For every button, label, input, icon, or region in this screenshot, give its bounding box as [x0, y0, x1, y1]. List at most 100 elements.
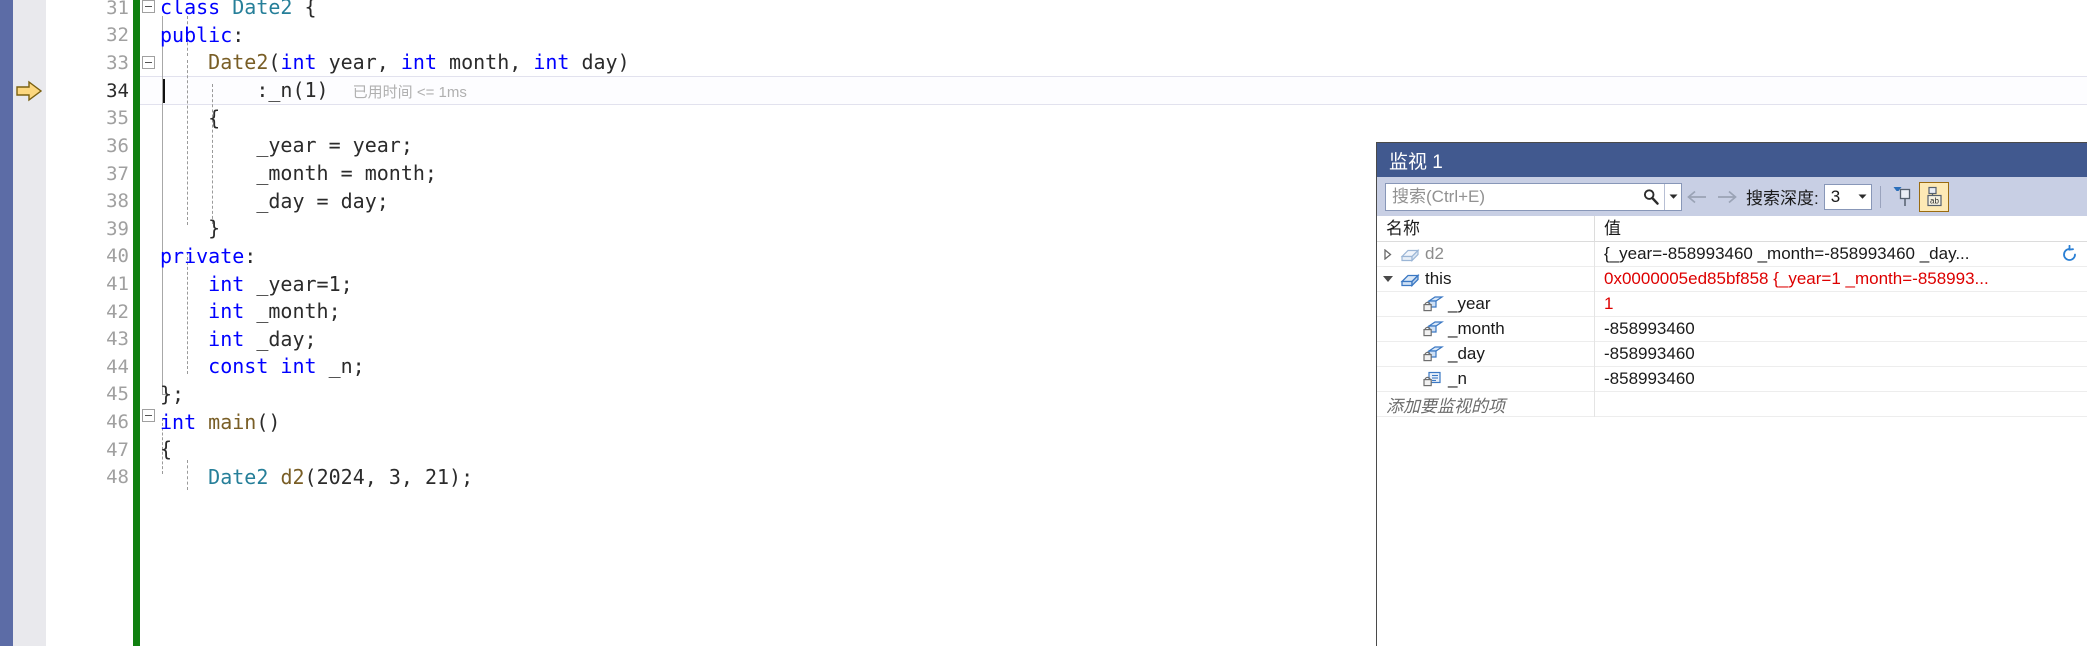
code-line-42: int _month; — [208, 299, 341, 323]
code-line-40: private: — [160, 244, 257, 268]
search-prev-arrow-left-icon[interactable] — [1682, 182, 1712, 212]
code-line-38: _day = day; — [160, 189, 389, 213]
line-number: 36 — [106, 135, 129, 157]
table-row[interactable]: d2 {_year=-858993460 _month=-858993460 _… — [1377, 241, 2087, 267]
changed-lines-bar — [133, 0, 140, 646]
private-field-icon — [1421, 345, 1445, 363]
code-line-48: Date2 d2(2024, 3, 21); — [208, 465, 474, 489]
line-number-gutter: 31 32 33 34 35 36 37 38 39 40 41 42 43 4… — [46, 0, 138, 646]
watch-variable-name: _day — [1448, 344, 1485, 363]
watch-variables-grid[interactable]: 名称 值 d2 {_year=-858993460 _month=-858993… — [1377, 216, 2087, 646]
code-line-46: int main() — [160, 410, 281, 434]
watch-grid-header: 名称 值 — [1377, 216, 2087, 242]
code-line-41: int _year=1; — [208, 272, 353, 296]
add-watch-placeholder: 添加要监视的项 — [1386, 396, 1505, 416]
code-line-31: class Date2 { — [160, 0, 317, 19]
search-input[interactable] — [1386, 183, 1638, 210]
editor-selection-strip — [0, 0, 13, 646]
code-line-47: { — [160, 437, 173, 461]
expander-expanded-icon[interactable] — [1377, 276, 1398, 282]
code-line-39: } — [160, 216, 221, 240]
search-depth-value: 3 — [1830, 186, 1841, 206]
watch-row-name-cell[interactable]: this — [1377, 266, 1595, 292]
search-depth-combo[interactable]: 3 — [1823, 183, 1872, 210]
add-watch-row[interactable]: 添加要监视的项 — [1377, 391, 2087, 417]
pin-filter-icon[interactable] — [1889, 182, 1919, 212]
watch-window-title: 监视 1 — [1377, 143, 2087, 177]
search-depth-label: 搜索深度: — [1746, 189, 1819, 208]
private-field-icon — [1421, 320, 1445, 338]
watch-window[interactable]: 监视 1 搜索(Ctrl+E) 搜索深度: 3 ab 名称 值 d2 {_yea… — [1376, 142, 2087, 646]
table-row[interactable]: _n -858993460 — [1377, 366, 2087, 392]
outline-collapse-ctor[interactable] — [142, 56, 155, 69]
watch-row-value-cell[interactable]: -858993460 — [1595, 317, 2087, 342]
expander-collapsed-icon[interactable] — [1377, 248, 1398, 260]
column-header-name[interactable]: 名称 — [1377, 216, 1595, 242]
outline-collapse-main[interactable] — [142, 409, 155, 422]
watch-variable-name: _year — [1448, 294, 1491, 313]
code-line-32: public: — [160, 23, 245, 47]
watch-search-box[interactable] — [1385, 182, 1682, 211]
watch-variable-name: _n — [1448, 369, 1467, 388]
code-line-44: const int _n; — [208, 354, 365, 378]
code-line-35: { — [160, 106, 221, 130]
line-number: 37 — [106, 163, 129, 185]
watch-variable-value: 1 — [1604, 294, 1614, 313]
code-line-33: Date2(int year, int month, int day) — [208, 50, 630, 74]
watch-row-value-cell[interactable]: {_year=-858993460 _month=-858993460 _day… — [1595, 242, 2087, 267]
watch-variable-name: this — [1425, 269, 1452, 288]
watch-variable-value: -858993460 — [1604, 369, 1695, 388]
line-number: 33 — [106, 52, 129, 74]
watch-row-name-cell[interactable]: d2 — [1377, 241, 1595, 267]
object-box-icon — [1398, 245, 1422, 263]
chevron-down-icon[interactable] — [1855, 193, 1871, 200]
line-number: 48 — [106, 466, 129, 488]
line-number: 39 — [106, 218, 129, 240]
table-row[interactable]: _year 1 — [1377, 291, 2087, 317]
code-line-36: _year = year; — [160, 133, 413, 157]
watch-row-value-cell[interactable]: -858993460 — [1595, 367, 2087, 392]
watch-row-name-cell[interactable]: _month — [1377, 316, 1595, 342]
watch-row-name-cell[interactable]: _n — [1377, 366, 1595, 392]
watch-row-value-cell[interactable]: 1 — [1595, 292, 2087, 317]
table-row[interactable]: _month -858993460 — [1377, 316, 2087, 342]
add-watch-value-cell[interactable] — [1595, 392, 2087, 417]
watch-row-value-cell[interactable]: -858993460 — [1595, 342, 2087, 367]
search-next-arrow-right-icon[interactable] — [1712, 182, 1742, 212]
line-number: 42 — [106, 301, 129, 323]
watch-toolbar[interactable]: 搜索深度: 3 ab — [1377, 177, 2087, 216]
private-field-icon — [1421, 295, 1445, 313]
line-number: 38 — [106, 190, 129, 212]
watch-variable-value: -858993460 — [1604, 319, 1695, 338]
code-line-34: :_n(1) 已用时间 <= 1ms — [160, 78, 467, 102]
table-row[interactable]: this 0x0000005ed85bf858 {_year=1 _month=… — [1377, 266, 2087, 292]
watch-row-name-cell[interactable]: _day — [1377, 341, 1595, 367]
line-number: 35 — [106, 107, 129, 129]
object-box-icon — [1398, 270, 1422, 288]
elapsed-time-annotation: 已用时间 <= 1ms — [352, 84, 467, 101]
code-line-45: }; — [160, 382, 185, 406]
line-number: 44 — [106, 356, 129, 378]
table-row[interactable]: _day -858993460 — [1377, 341, 2087, 367]
watch-row-value-cell[interactable]: 0x0000005ed85bf858 {_year=1 _month=-8589… — [1595, 267, 2087, 292]
code-line-43: int _day; — [208, 327, 317, 351]
line-number-current: 34 — [106, 80, 129, 102]
toolbar-divider — [1879, 185, 1881, 208]
watch-variable-name: _month — [1448, 319, 1505, 338]
svg-text:ab: ab — [1930, 196, 1939, 205]
pin-ab-icon[interactable]: ab — [1918, 181, 1949, 212]
watch-variable-value: -858993460 — [1604, 344, 1695, 363]
watch-row-name-cell[interactable]: _year — [1377, 291, 1595, 317]
search-icon[interactable] — [1638, 184, 1664, 210]
column-header-value[interactable]: 值 — [1595, 216, 2087, 242]
search-options-chevron-down-icon[interactable] — [1664, 183, 1681, 210]
add-watch-name-cell[interactable]: 添加要监视的项 — [1377, 391, 1595, 417]
refresh-icon[interactable] — [2060, 244, 2079, 267]
watch-variable-name: d2 — [1425, 244, 1444, 263]
line-number: 43 — [106, 328, 129, 350]
current-statement-arrow-icon — [16, 79, 43, 103]
text-caret — [163, 79, 165, 103]
outline-collapse-class[interactable] — [142, 0, 155, 13]
line-number: 41 — [106, 273, 129, 295]
code-line-37: _month = month; — [160, 161, 437, 185]
